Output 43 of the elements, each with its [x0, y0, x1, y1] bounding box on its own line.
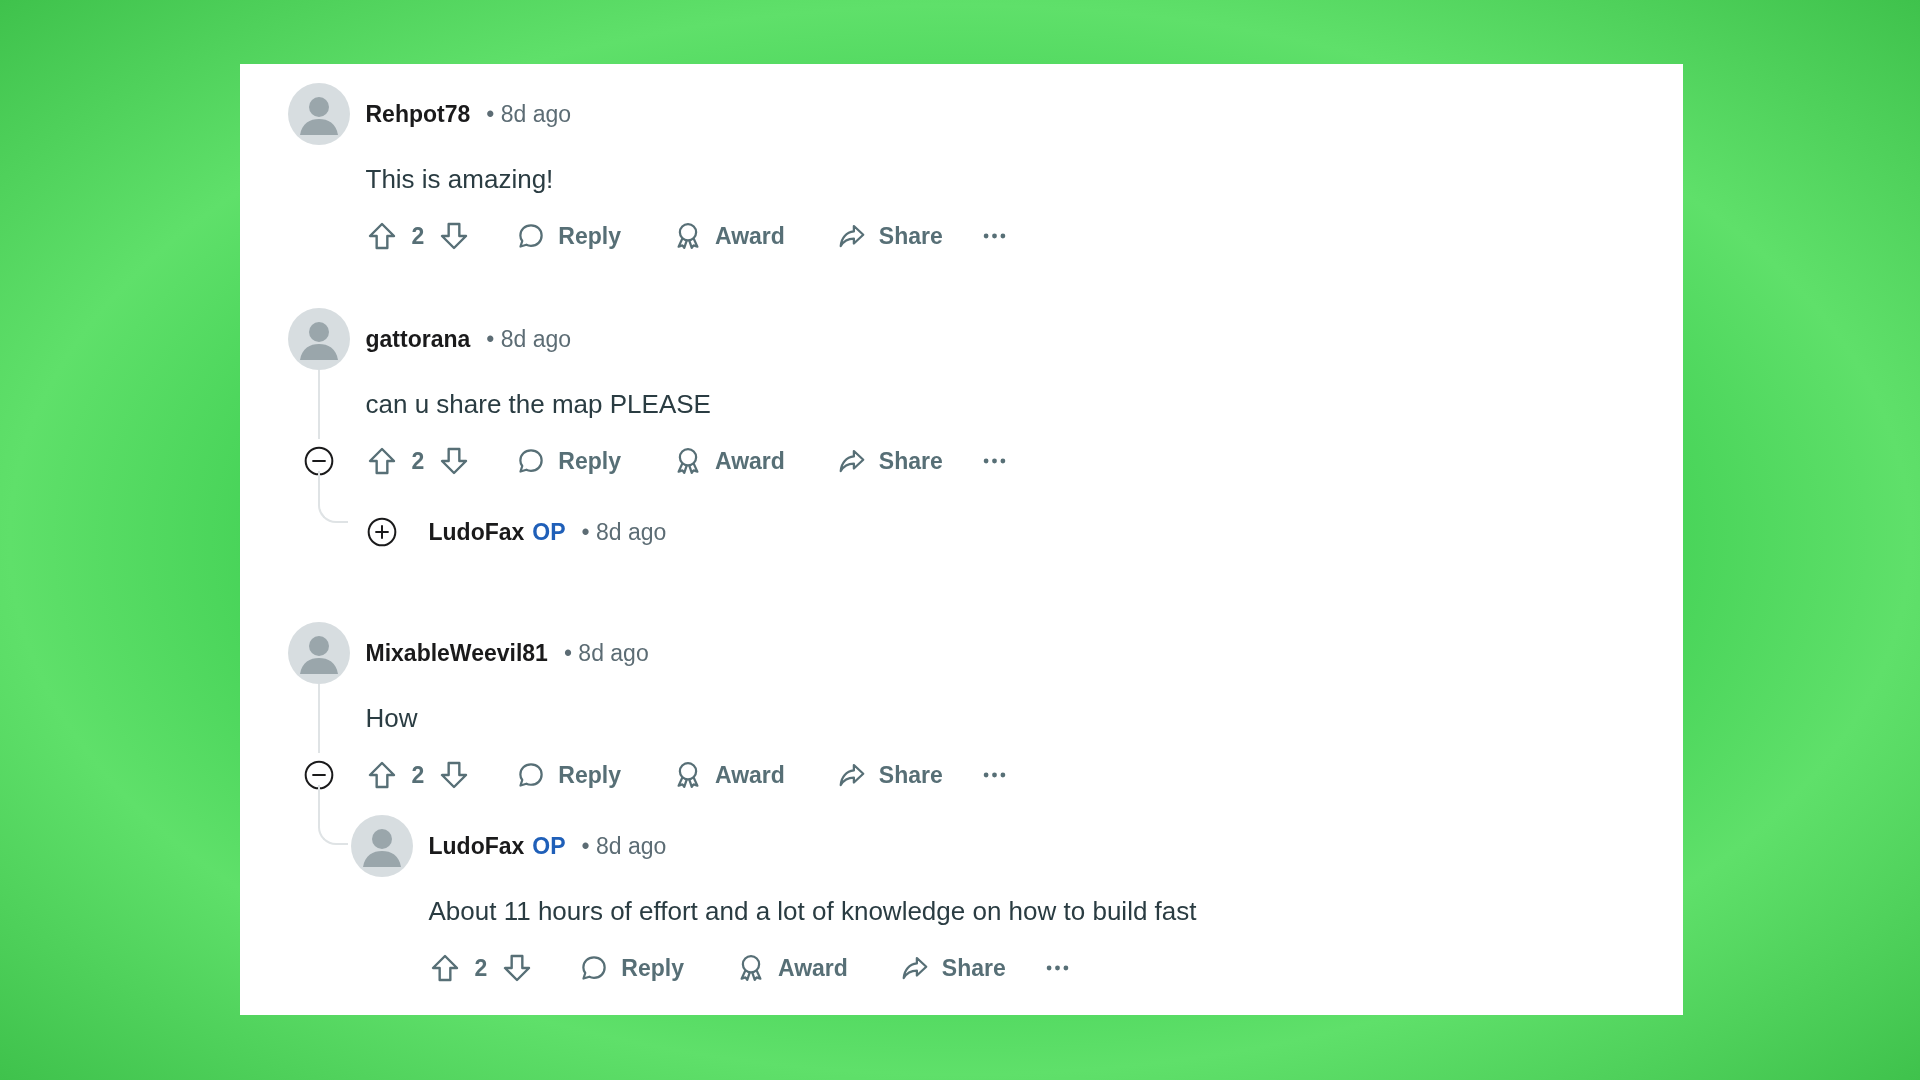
ellipsis-icon	[1045, 965, 1069, 971]
vote-count: 2	[474, 954, 488, 982]
vote-count: 2	[411, 222, 425, 250]
reply-button[interactable]: Reply	[490, 754, 647, 796]
comment-text: can u share the map PLEASE	[365, 388, 712, 421]
timestamp: • 8d ago	[581, 518, 667, 546]
reply-button[interactable]: Reply	[490, 440, 647, 482]
vote-count: 2	[411, 761, 425, 789]
award-button[interactable]: Award	[646, 215, 811, 257]
share-button[interactable]: Share	[873, 947, 1032, 989]
username[interactable]: MixableWeevil81	[365, 639, 548, 667]
ellipsis-icon	[982, 233, 1006, 239]
timestamp: • 8d ago	[486, 325, 572, 353]
thread-line	[317, 370, 320, 439]
reply-button[interactable]: Reply	[553, 947, 710, 989]
timestamp: • 8d ago	[486, 100, 572, 128]
thread-line	[317, 684, 320, 753]
award-button[interactable]: Award	[709, 947, 874, 989]
timestamp: • 8d ago	[581, 832, 667, 860]
op-tag: OP	[532, 518, 566, 546]
award-button[interactable]: Award	[646, 754, 811, 796]
award-button[interactable]: Award	[646, 440, 811, 482]
reply-button[interactable]: Reply	[490, 215, 647, 257]
collapse-icon[interactable]	[302, 759, 335, 791]
thread-connector	[317, 471, 348, 523]
username[interactable]: LudoFax	[428, 518, 525, 546]
comment-text: This is amazing!	[365, 163, 555, 196]
share-button[interactable]: Share	[810, 754, 969, 796]
username[interactable]: Rehpot78	[365, 100, 471, 128]
username[interactable]: gattorana	[365, 325, 471, 353]
username[interactable]: LudoFax	[428, 832, 525, 860]
share-button[interactable]: Share	[810, 215, 969, 257]
vote-count: 2	[411, 447, 425, 475]
comment-text: How	[365, 702, 419, 735]
ellipsis-icon	[982, 458, 1006, 464]
timestamp: • 8d ago	[563, 639, 649, 667]
expand-icon[interactable]	[365, 516, 398, 548]
ellipsis-icon	[982, 772, 1006, 778]
collapse-icon[interactable]	[302, 445, 335, 477]
comment-text: About 11 hours of effort and a lot of knowledge on how to build fast	[428, 895, 1198, 928]
share-button[interactable]: Share	[810, 440, 969, 482]
thread-connector	[317, 785, 348, 845]
op-tag: OP	[532, 832, 566, 860]
